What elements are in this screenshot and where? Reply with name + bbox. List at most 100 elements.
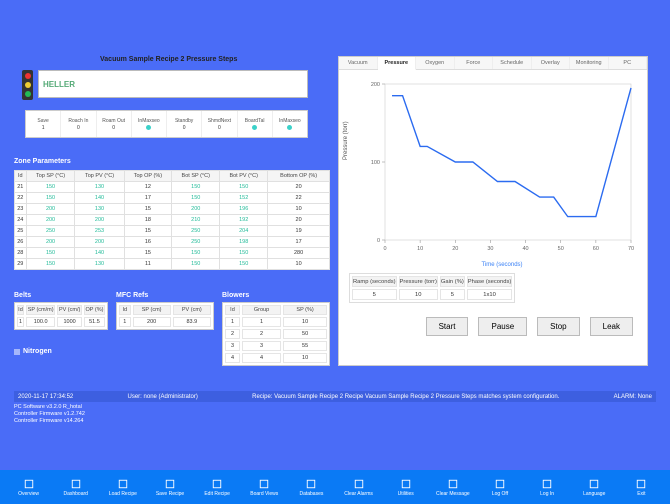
table-row: 262002001625019817 xyxy=(15,237,330,248)
toolbar-overview[interactable]: Overview xyxy=(6,478,51,497)
summary-label: BoardTal xyxy=(245,118,265,124)
toolbar-load-recipe[interactable]: Load Recipe xyxy=(100,478,145,497)
cell: 18 xyxy=(124,215,172,226)
toolbar-language[interactable]: Language xyxy=(572,478,617,497)
cell: 150 xyxy=(220,248,268,259)
tab-monitoring[interactable]: Monitoring xyxy=(570,57,609,69)
toolbar-label: Exit xyxy=(637,491,645,497)
summary-value: 1 xyxy=(42,125,45,131)
cell: 5 xyxy=(352,289,397,300)
cell: 150 xyxy=(26,182,75,193)
tab-oxygen[interactable]: Oxygen xyxy=(416,57,455,69)
status-alarm: ALARM: None xyxy=(614,394,652,400)
cell: 28 xyxy=(15,248,27,259)
tab-vacuum[interactable]: Vacuum xyxy=(339,57,378,69)
tab-overlay[interactable]: Overlay xyxy=(532,57,571,69)
toolbar-databases[interactable]: Databases xyxy=(289,478,334,497)
toolbar-dashboard[interactable]: Dashboard xyxy=(53,478,98,497)
start-button[interactable]: Start xyxy=(426,317,469,336)
cell: 15 xyxy=(124,226,172,237)
table-row: 211501301215015020 xyxy=(15,182,330,193)
cell: 200 xyxy=(172,204,220,215)
toolbar-log-in[interactable]: Log In xyxy=(525,478,570,497)
tab-pressure[interactable]: Pressure xyxy=(378,57,417,70)
recipe-title: Vacuum Sample Recipe 2 Pressure Steps xyxy=(100,56,237,63)
cell: 150 xyxy=(220,182,268,193)
toolbar-icon xyxy=(353,478,365,490)
toolbar-clear-alarms[interactable]: Clear Alarms xyxy=(336,478,381,497)
toolbar-label: Edit Recipe xyxy=(204,491,230,497)
control-row: Start Pause Stop Leak xyxy=(339,303,647,336)
summary-label: ShmdNext xyxy=(208,118,231,124)
toolbar-label: Board Views xyxy=(250,491,278,497)
toolbar-icon xyxy=(23,478,35,490)
col-header: Bot SP (°C) xyxy=(172,171,220,182)
cell: 55 xyxy=(283,341,327,351)
col-header: SP (%) xyxy=(283,305,327,315)
toolbar-clear-message[interactable]: Clear Message xyxy=(430,478,475,497)
toolbar-label: Load Recipe xyxy=(109,491,137,497)
stop-button[interactable]: Stop xyxy=(537,317,579,336)
cell: 26 xyxy=(15,237,27,248)
cell: 200 xyxy=(26,237,75,248)
leak-button[interactable]: Leak xyxy=(590,317,633,336)
col-header: SP (cm) xyxy=(133,305,171,315)
cell: 10 xyxy=(399,289,438,300)
cell: 51.5 xyxy=(84,317,105,327)
indicator-dot xyxy=(146,125,151,130)
col-header: Top SP (°C) xyxy=(26,171,75,182)
cell: 192 xyxy=(220,215,268,226)
cell: 200 xyxy=(75,237,124,248)
toolbar-utilities[interactable]: Utilities xyxy=(383,478,428,497)
toolbar-board-views[interactable]: Board Views xyxy=(242,478,287,497)
toolbar-edit-recipe[interactable]: Edit Recipe xyxy=(195,478,240,497)
cell: 24 xyxy=(15,215,27,226)
toolbar-exit[interactable]: Exit xyxy=(619,478,664,497)
footer-line1: PC Software v3.2.0 R_hotal xyxy=(14,404,85,411)
summary-cell-6: BoardTal xyxy=(238,111,273,137)
blowers-table: IdGroupSP (%)1110225033554410 xyxy=(222,302,330,366)
toolbar-label: Save Recipe xyxy=(156,491,184,497)
col-header: Top OP (%) xyxy=(124,171,172,182)
cell: 200 xyxy=(133,317,171,327)
table-row: 3355 xyxy=(225,341,327,351)
table-row: 1110 xyxy=(225,317,327,327)
cell: 200 xyxy=(75,215,124,226)
table-row: 120083.9 xyxy=(119,317,211,327)
toolbar-icon xyxy=(211,478,223,490)
col-header: PV (cm) xyxy=(173,305,211,315)
zone-title: Zone Parameters xyxy=(14,158,71,165)
cell: 21 xyxy=(15,182,27,193)
cell: 250 xyxy=(172,226,220,237)
blowers-title: Blowers xyxy=(222,292,249,299)
toolbar-label: Databases xyxy=(299,491,323,497)
toolbar-icon xyxy=(494,478,506,490)
cell: 10 xyxy=(283,353,327,363)
cell: 29 xyxy=(15,259,27,270)
table-row: 4410 xyxy=(225,353,327,363)
toolbar-icon xyxy=(588,478,600,490)
table-row: 2250 xyxy=(225,329,327,339)
pause-button[interactable]: Pause xyxy=(478,317,527,336)
tab-schedule[interactable]: Schedule xyxy=(493,57,532,69)
traffic-red xyxy=(25,73,31,79)
toolbar-log-off[interactable]: Log Off xyxy=(477,478,522,497)
cell: 22 xyxy=(268,193,330,204)
cell: 1 xyxy=(17,317,24,327)
cell: 15 xyxy=(124,204,172,215)
tab-force[interactable]: Force xyxy=(455,57,494,69)
cell: 253 xyxy=(75,226,124,237)
cell: 10 xyxy=(268,259,330,270)
cell: 25 xyxy=(15,226,27,237)
table-row: 1100.0100051.5 xyxy=(17,317,105,327)
nitrogen-label: Nitrogen xyxy=(23,348,52,355)
footer-info: PC Software v3.2.0 R_hotal Controller Fi… xyxy=(14,404,85,425)
right-panel: VacuumPressureOxygenForceScheduleOverlay… xyxy=(338,56,648,366)
table-row: 291501301115015010 xyxy=(15,259,330,270)
tabs: VacuumPressureOxygenForceScheduleOverlay… xyxy=(339,57,647,70)
tab-pc[interactable]: PC xyxy=(609,57,648,69)
cell: 196 xyxy=(220,204,268,215)
cell: 20 xyxy=(268,182,330,193)
cell: 2 xyxy=(242,329,281,339)
toolbar-save-recipe[interactable]: Save Recipe xyxy=(147,478,192,497)
